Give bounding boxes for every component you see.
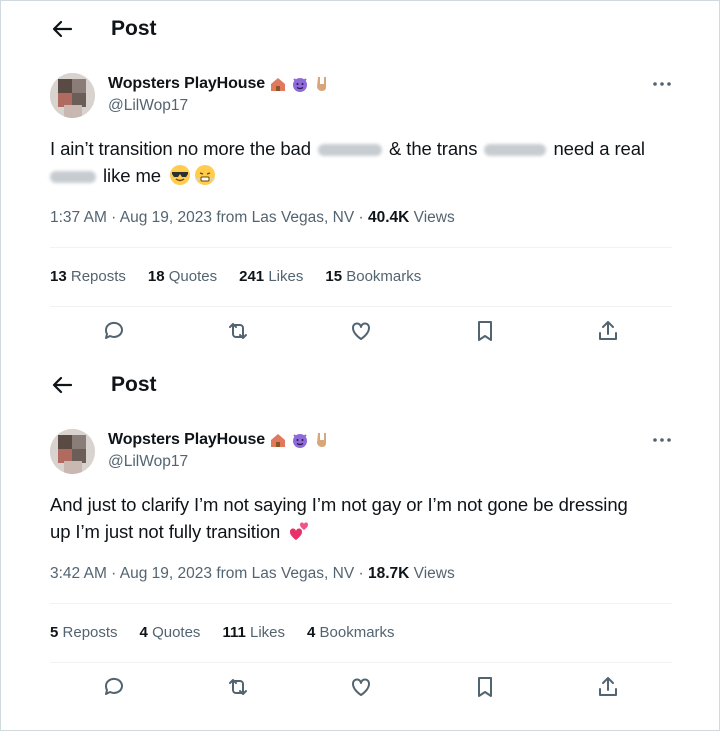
divider: [50, 306, 672, 307]
quotes-stat[interactable]: 18 Quotes: [148, 268, 217, 285]
post-text-line: And just to clarify I’m not saying I’m n…: [50, 494, 628, 515]
repost-icon[interactable]: [226, 319, 250, 343]
post-header: Post: [1, 1, 719, 57]
steam-face-emoji-icon: [194, 164, 216, 186]
avatar[interactable]: [50, 73, 95, 118]
views-label: Views: [413, 209, 455, 226]
reply-icon[interactable]: [102, 675, 126, 699]
post-time[interactable]: 3:42 AM: [50, 565, 107, 582]
more-icon[interactable]: [652, 81, 672, 87]
engagement-stats: 5 Reposts 4 Quotes 111 Likes 4 Bookmarks: [50, 624, 395, 641]
reply-icon[interactable]: [102, 319, 126, 343]
devil-emoji-icon: [291, 431, 309, 449]
post-card-2: Post Wopsters PlayHouse @LilWop17 And ju…: [1, 357, 719, 721]
author-row: Wopsters PlayHouse: [108, 73, 331, 95]
post-location: from Las Vegas, NV: [216, 209, 355, 226]
rock-hand-emoji-icon: [313, 431, 331, 449]
divider: [50, 247, 672, 248]
like-icon[interactable]: [349, 675, 373, 699]
post-text-line: up I’m just not fully transition: [50, 521, 281, 542]
post-text-part: I ain’t transition no more the bad: [50, 138, 311, 159]
engagement-stats: 13 Reposts 18 Quotes 241 Likes 15 Bookma…: [50, 268, 421, 285]
more-icon[interactable]: [652, 437, 672, 443]
likes-stat[interactable]: 241 Likes: [239, 268, 303, 285]
back-arrow-icon[interactable]: [51, 374, 73, 396]
repost-icon[interactable]: [226, 675, 250, 699]
bookmark-icon[interactable]: [473, 675, 497, 699]
censored-word: [317, 144, 382, 157]
censored-word: [484, 144, 547, 157]
house-emoji-icon: [269, 75, 287, 93]
views-count: 40.4K: [367, 209, 410, 226]
post-meta: 1:37 AM · Aug 19, 2023 from Las Vegas, N…: [50, 209, 455, 226]
share-icon[interactable]: [596, 319, 620, 343]
post-meta: 3:42 AM · Aug 19, 2023 from Las Vegas, N…: [50, 565, 455, 582]
post-date[interactable]: Aug 19, 2023: [120, 209, 212, 226]
author-name[interactable]: Wopsters PlayHouse: [108, 75, 265, 93]
page-title: Post: [111, 373, 157, 396]
author-handle[interactable]: @LilWop17: [108, 97, 188, 115]
views-label: Views: [413, 565, 455, 582]
page-title: Post: [111, 17, 157, 40]
rock-hand-emoji-icon: [313, 75, 331, 93]
reposts-stat[interactable]: 5 Reposts: [50, 624, 118, 641]
views-count: 18.7K: [367, 565, 410, 582]
devil-emoji-icon: [291, 75, 309, 93]
post-text: I ain’t transition no more the bad & the…: [50, 135, 680, 189]
bookmark-icon[interactable]: [473, 319, 497, 343]
post-text-part: & the trans: [389, 138, 478, 159]
post-text: And just to clarify I’m not saying I’m n…: [50, 491, 680, 545]
post-text-part: like me: [103, 165, 161, 186]
back-arrow-icon[interactable]: [51, 18, 73, 40]
quotes-stat[interactable]: 4 Quotes: [140, 624, 201, 641]
action-bar: [50, 675, 672, 703]
post-location: from Las Vegas, NV: [216, 565, 355, 582]
post-date[interactable]: Aug 19, 2023: [120, 565, 212, 582]
two-hearts-emoji-icon: [288, 520, 310, 542]
divider: [50, 662, 672, 663]
action-bar: [50, 319, 672, 347]
post-text-part: need a real: [553, 138, 645, 159]
share-icon[interactable]: [596, 675, 620, 699]
author-row: Wopsters PlayHouse: [108, 429, 331, 451]
reposts-stat[interactable]: 13 Reposts: [50, 268, 126, 285]
house-emoji-icon: [269, 431, 287, 449]
author-name[interactable]: Wopsters PlayHouse: [108, 431, 265, 449]
like-icon[interactable]: [349, 319, 373, 343]
likes-stat[interactable]: 111 Likes: [222, 624, 285, 641]
author-handle[interactable]: @LilWop17: [108, 453, 188, 471]
divider: [50, 603, 672, 604]
post-header: Post: [1, 357, 719, 413]
bookmarks-stat[interactable]: 4 Bookmarks: [307, 624, 395, 641]
avatar[interactable]: [50, 429, 95, 474]
censored-word: [50, 171, 96, 184]
post-time[interactable]: 1:37 AM: [50, 209, 107, 226]
post-card-1: Post Wopsters PlayHouse @LilWop17 I ain’…: [1, 1, 719, 357]
bookmarks-stat[interactable]: 15 Bookmarks: [325, 268, 421, 285]
sunglasses-emoji-icon: [169, 164, 191, 186]
